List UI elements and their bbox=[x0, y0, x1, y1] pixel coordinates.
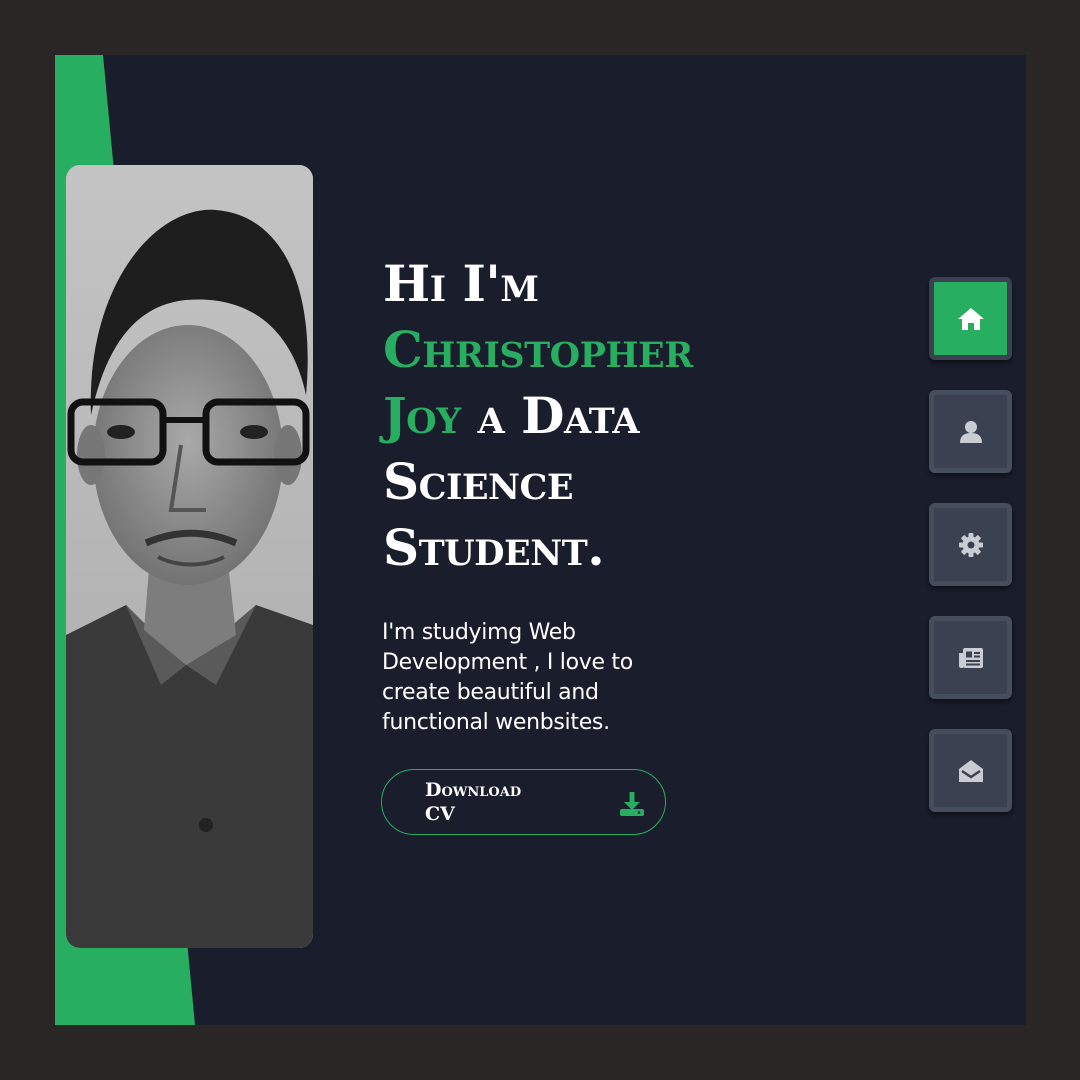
greeting-text: Hi I'm bbox=[383, 254, 539, 313]
hero-section: Hi I'm Christopher Joy a Data Science St… bbox=[55, 55, 1026, 1025]
home-icon bbox=[957, 307, 984, 330]
user-icon bbox=[959, 420, 982, 443]
nav-services-button[interactable] bbox=[929, 503, 1012, 586]
download-cv-label: Download CV bbox=[425, 779, 522, 825]
envelope-open-icon bbox=[958, 759, 983, 782]
newspaper-icon bbox=[958, 647, 983, 668]
nav-contact-button[interactable] bbox=[929, 729, 1012, 812]
hero-title: Hi I'm Christopher Joy a Data Science St… bbox=[383, 251, 713, 581]
nav-blog-button[interactable] bbox=[929, 616, 1012, 699]
title-dot: . bbox=[587, 518, 605, 577]
download-cv-button[interactable]: Download CV bbox=[381, 769, 666, 835]
download-icon bbox=[620, 792, 644, 816]
profile-photo bbox=[66, 165, 313, 948]
intro-paragraph: I'm studyimg Web Development , I love to… bbox=[382, 620, 633, 735]
gear-icon bbox=[958, 532, 983, 557]
nav-home-button[interactable] bbox=[929, 277, 1012, 360]
nav-about-button[interactable] bbox=[929, 390, 1012, 473]
